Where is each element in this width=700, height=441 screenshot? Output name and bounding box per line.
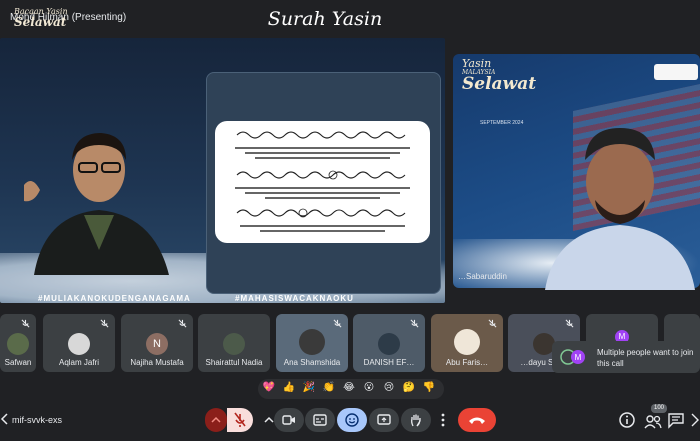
participant-name: DANISH EF… — [363, 358, 415, 367]
people-group-icon: M — [560, 349, 585, 365]
avatar — [68, 333, 90, 355]
video-camera-icon — [282, 415, 295, 425]
participant-tile[interactable]: Abu Faris… — [431, 314, 503, 372]
info-icon[interactable] — [618, 411, 636, 429]
leave-call-button[interactable] — [458, 408, 496, 432]
participant-name: Shairattul Nadia — [205, 358, 263, 367]
reaction-party-button[interactable]: 🎉 — [302, 381, 316, 395]
reaction-thumbs-up-button[interactable]: 👍 — [282, 381, 296, 395]
mic-toggle-button[interactable] — [227, 408, 253, 432]
participant-tile[interactable]: DANISH EF… — [353, 314, 425, 372]
mic-off-icon — [333, 319, 342, 328]
participant-count-badge: 100 — [651, 404, 667, 413]
reactions-button[interactable] — [337, 408, 367, 432]
chevron-up-icon — [211, 416, 221, 423]
reaction-clap-button[interactable]: 👏 — [322, 381, 336, 395]
participant-tile[interactable]: Shairattul Nadia — [198, 314, 270, 372]
avatar — [7, 333, 29, 355]
mic-off-icon — [410, 319, 419, 328]
reaction-surprised-button[interactable]: 😮 — [362, 381, 376, 395]
slide-logo-line2: Selawat — [14, 15, 67, 30]
avatar-initial: M — [575, 353, 582, 362]
chevron-left-icon[interactable] — [0, 412, 10, 426]
people-icon[interactable] — [644, 413, 662, 431]
mic-options-button[interactable] — [205, 408, 227, 432]
participant-name: Abu Faris… — [445, 358, 489, 367]
participant-name: Safwan — [4, 358, 32, 367]
participant-video — [545, 128, 695, 290]
participant-name: Najiha Mustafa — [130, 358, 184, 367]
slide-hashtag: #MULIAKANOKUDENGANAGAMA — [38, 294, 191, 303]
raise-hand-button[interactable] — [401, 408, 431, 432]
quran-verses-image — [235, 131, 410, 232]
hang-up-icon — [469, 417, 485, 424]
present-screen-icon — [377, 414, 391, 425]
captions-icon — [313, 414, 327, 426]
avatar — [378, 333, 400, 355]
mic-off-icon — [21, 319, 30, 328]
tile-logo-line3: Selawat — [462, 73, 537, 94]
quran-text-panel — [215, 121, 430, 243]
slide-title: Surah Yasin — [267, 8, 383, 30]
chevron-up-icon — [264, 416, 274, 423]
slide-hashtag: #MAHASISWACAKNAOKU — [235, 294, 354, 303]
participant-tile[interactable]: Safwan — [0, 314, 36, 372]
tile-logo: Yasin MALAYSIA Selawat — [462, 57, 537, 94]
chat-icon[interactable] — [667, 411, 685, 429]
participant-tile[interactable]: Aqlam Jafri — [43, 314, 115, 372]
camera-toggle-button[interactable] — [274, 408, 304, 432]
emoji-icon — [345, 413, 359, 427]
reaction-sad-button[interactable]: 😢 — [382, 381, 396, 395]
participant-tile[interactable]: Ana Shamshida — [276, 314, 348, 372]
avatar — [223, 333, 245, 355]
mic-off-icon — [488, 319, 497, 328]
more-options-button[interactable] — [433, 408, 453, 432]
mic-off-icon — [178, 319, 187, 328]
tile-corner-logo — [654, 64, 698, 80]
presenter-video — [24, 133, 169, 275]
present-button[interactable] — [369, 408, 399, 432]
reaction-heart-button[interactable]: 💖 — [262, 381, 276, 395]
hand-icon — [411, 414, 421, 427]
reaction-thinking-button[interactable]: 🤔 — [402, 381, 416, 395]
avatar: N — [146, 333, 168, 355]
notification-text: Multiple people want to join this call — [597, 348, 694, 368]
participant-name: …Sabaruddin — [458, 272, 507, 281]
reaction-laugh-button[interactable]: 😂 — [342, 381, 356, 395]
participant-tile[interactable]: N Najiha Mustafa — [121, 314, 193, 372]
meeting-code: mif-svvk-exs — [12, 415, 62, 425]
more-vert-icon — [441, 413, 445, 427]
activities-icon[interactable] — [690, 411, 700, 429]
mic-off-icon — [100, 319, 109, 328]
participant-name: Ana Shamshida — [283, 358, 341, 367]
avatar — [454, 329, 480, 355]
captions-button[interactable] — [305, 408, 335, 432]
reaction-thumbs-down-button[interactable]: 👎 — [422, 381, 436, 395]
mic-off-icon — [565, 319, 574, 328]
slide-logo: Bacaan Yasin Selawat — [14, 7, 74, 31]
mic-off-icon — [234, 412, 246, 427]
participant-name: Aqlam Jafri — [58, 358, 99, 367]
avatar — [299, 329, 325, 355]
tile-date: SEPTEMBER 2024 — [480, 120, 524, 126]
tile-logo-line1: Yasin — [462, 57, 492, 70]
